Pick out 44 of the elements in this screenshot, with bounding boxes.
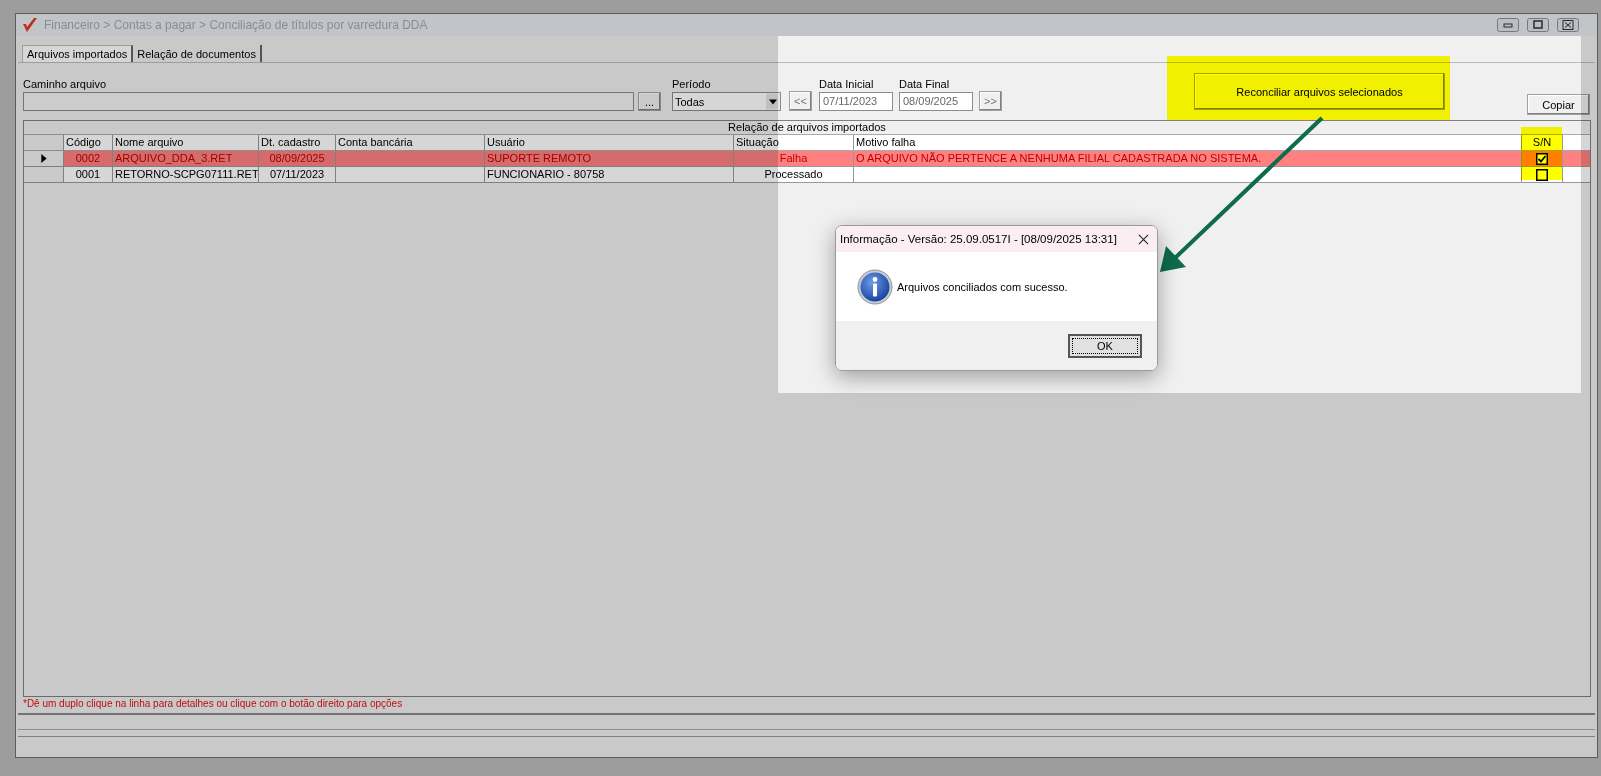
column-header[interactable]: Conta bancária bbox=[336, 135, 485, 151]
table-cell: 08/09/2025 bbox=[259, 151, 336, 167]
field-label: Período bbox=[672, 78, 712, 91]
dialog-title: Informação - Versão: 25.09.0517I - [08/09/2025 13:31] bbox=[840, 233, 1117, 245]
tab[interactable]: Arquivos importados bbox=[22, 45, 134, 63]
check-mark-icon bbox=[22, 17, 38, 33]
close-icon[interactable] bbox=[1138, 233, 1149, 245]
field-label: Data Inicial bbox=[819, 78, 875, 91]
row-pointer-icon bbox=[40, 154, 47, 164]
table-cell: Falha bbox=[734, 151, 854, 167]
column-header[interactable]: Situação bbox=[734, 135, 854, 151]
previous-button[interactable]: << bbox=[789, 91, 812, 112]
tab[interactable]: Relação de documentos bbox=[133, 45, 262, 63]
table-row[interactable]: 0001 RETORNO-SCPG07111.RET 07/11/2023 FUNCIONARIO - 80758 Processado bbox=[24, 167, 1590, 184]
period-dropdown[interactable]: Todas bbox=[672, 92, 781, 112]
close-icon[interactable] bbox=[1557, 18, 1579, 32]
table-cell: Processado bbox=[734, 167, 854, 183]
ok-button[interactable]: OK bbox=[1068, 333, 1142, 358]
file-path-field[interactable] bbox=[23, 92, 634, 112]
browse-button[interactable]: ... bbox=[638, 92, 661, 112]
table-cell: RETORNO-SCPG07111.RET bbox=[113, 167, 259, 183]
column-header[interactable]: Código bbox=[64, 135, 113, 151]
field-label: Data Final bbox=[899, 78, 951, 91]
info-icon bbox=[857, 268, 893, 305]
table-cell: 0001 bbox=[64, 167, 113, 183]
end-date-field[interactable]: 08/09/2025 bbox=[899, 92, 973, 112]
table-cell: 07/11/2023 bbox=[259, 167, 336, 183]
highlight-box bbox=[1521, 127, 1562, 180]
hint-text: *Dê um duplo clique na linha para detalhes ou clique com o botão direito para opções bbox=[23, 698, 404, 710]
table-cell: FUNCIONARIO - 80758 bbox=[485, 167, 734, 183]
table-cell: 0002 bbox=[64, 151, 113, 167]
column-header[interactable]: Nome arquivo bbox=[113, 135, 259, 151]
next-button[interactable]: >> bbox=[979, 91, 1002, 112]
dialog-message: Arquivos conciliados com sucesso. bbox=[897, 280, 1068, 293]
row-header[interactable] bbox=[24, 151, 64, 167]
minimize-icon[interactable] bbox=[1497, 18, 1519, 32]
field-label: Caminho arquivo bbox=[23, 78, 108, 91]
table-cell: ARQUIVO_DDA_3.RET bbox=[113, 151, 259, 167]
copy-button[interactable]: Copiar bbox=[1527, 94, 1590, 116]
column-header[interactable]: Usuário bbox=[485, 135, 734, 151]
maximize-icon[interactable] bbox=[1527, 18, 1549, 32]
table-cell: SUPORTE REMOTO bbox=[485, 151, 734, 167]
start-date-field[interactable]: 07/11/2023 bbox=[819, 92, 893, 112]
column-header[interactable]: Dt. cadastro bbox=[259, 135, 336, 151]
